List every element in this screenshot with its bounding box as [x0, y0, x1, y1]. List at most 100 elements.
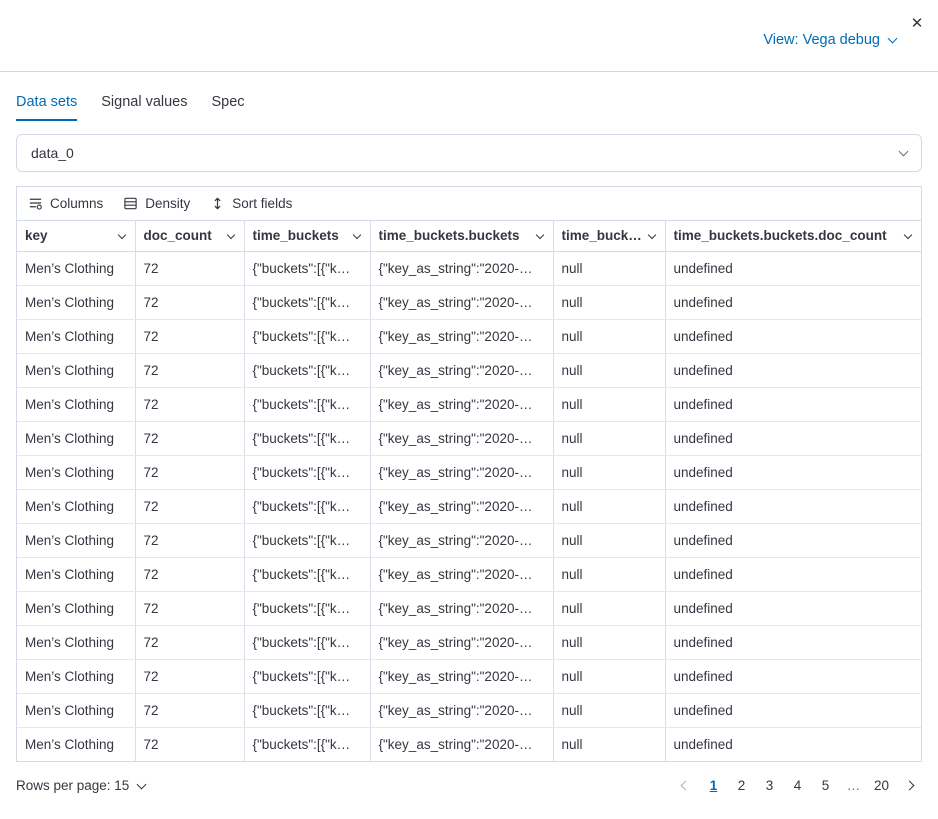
- table-cell[interactable]: 72: [135, 319, 244, 353]
- table-cell[interactable]: null: [553, 251, 665, 285]
- next-page-button[interactable]: [897, 773, 922, 798]
- page-button[interactable]: 3: [757, 773, 782, 798]
- sort-fields-button[interactable]: Sort fields: [210, 196, 292, 211]
- table-cell[interactable]: {"key_as_string":"2020-…: [370, 591, 553, 625]
- table-cell[interactable]: null: [553, 455, 665, 489]
- table-cell[interactable]: {"buckets":[{"k…: [244, 557, 370, 591]
- table-cell[interactable]: Men’s Clothing: [17, 523, 135, 557]
- table-cell[interactable]: Men’s Clothing: [17, 693, 135, 727]
- table-cell[interactable]: {"key_as_string":"2020-…: [370, 659, 553, 693]
- table-cell[interactable]: {"key_as_string":"2020-…: [370, 489, 553, 523]
- column-header-doc-count[interactable]: doc_count: [135, 221, 244, 251]
- table-cell[interactable]: {"buckets":[{"k…: [244, 421, 370, 455]
- table-cell[interactable]: 72: [135, 523, 244, 557]
- table-cell[interactable]: {"buckets":[{"k…: [244, 319, 370, 353]
- table-cell[interactable]: 72: [135, 285, 244, 319]
- close-button[interactable]: ✕: [905, 12, 929, 36]
- table-cell[interactable]: {"buckets":[{"k…: [244, 591, 370, 625]
- table-cell[interactable]: undefined: [665, 251, 921, 285]
- table-cell[interactable]: null: [553, 557, 665, 591]
- table-cell[interactable]: {"key_as_string":"2020-…: [370, 455, 553, 489]
- table-cell[interactable]: 72: [135, 421, 244, 455]
- table-cell[interactable]: 72: [135, 659, 244, 693]
- table-cell[interactable]: Men’s Clothing: [17, 489, 135, 523]
- table-cell[interactable]: undefined: [665, 319, 921, 353]
- density-button[interactable]: Density: [123, 196, 190, 211]
- table-cell[interactable]: undefined: [665, 591, 921, 625]
- page-button[interactable]: 2: [729, 773, 754, 798]
- table-cell[interactable]: Men’s Clothing: [17, 455, 135, 489]
- table-cell[interactable]: undefined: [665, 693, 921, 727]
- table-cell[interactable]: null: [553, 693, 665, 727]
- table-cell[interactable]: undefined: [665, 625, 921, 659]
- page-button[interactable]: 20: [869, 773, 894, 798]
- table-cell[interactable]: 72: [135, 387, 244, 421]
- table-cell[interactable]: 72: [135, 251, 244, 285]
- tab-spec[interactable]: Spec: [212, 94, 245, 121]
- tab-signal-values[interactable]: Signal values: [101, 94, 187, 121]
- table-cell[interactable]: {"buckets":[{"k…: [244, 353, 370, 387]
- table-cell[interactable]: undefined: [665, 489, 921, 523]
- tab-data-sets[interactable]: Data sets: [16, 94, 77, 121]
- table-cell[interactable]: {"key_as_string":"2020-…: [370, 727, 553, 761]
- table-cell[interactable]: {"key_as_string":"2020-…: [370, 693, 553, 727]
- table-cell[interactable]: {"buckets":[{"k…: [244, 251, 370, 285]
- table-cell[interactable]: null: [553, 421, 665, 455]
- table-cell[interactable]: undefined: [665, 421, 921, 455]
- table-cell[interactable]: 72: [135, 557, 244, 591]
- table-cell[interactable]: {"buckets":[{"k…: [244, 727, 370, 761]
- table-cell[interactable]: Men’s Clothing: [17, 591, 135, 625]
- table-cell[interactable]: {"key_as_string":"2020-…: [370, 523, 553, 557]
- table-cell[interactable]: null: [553, 285, 665, 319]
- table-cell[interactable]: {"buckets":[{"k…: [244, 455, 370, 489]
- prev-page-button[interactable]: [673, 773, 698, 798]
- table-cell[interactable]: null: [553, 489, 665, 523]
- column-header-time-buckets[interactable]: time_buckets: [244, 221, 370, 251]
- table-cell[interactable]: Men’s Clothing: [17, 387, 135, 421]
- table-cell[interactable]: null: [553, 387, 665, 421]
- page-button[interactable]: 4: [785, 773, 810, 798]
- table-cell[interactable]: 72: [135, 625, 244, 659]
- column-header-time-buckets-buckets[interactable]: time_buckets.buckets: [370, 221, 553, 251]
- table-cell[interactable]: {"key_as_string":"2020-…: [370, 421, 553, 455]
- column-header-time-buckets-buckets-doc-count[interactable]: time_buckets.buckets.doc_count: [665, 221, 921, 251]
- table-cell[interactable]: {"buckets":[{"k…: [244, 693, 370, 727]
- table-cell[interactable]: undefined: [665, 387, 921, 421]
- table-cell[interactable]: null: [553, 727, 665, 761]
- table-cell[interactable]: undefined: [665, 659, 921, 693]
- table-cell[interactable]: undefined: [665, 455, 921, 489]
- table-cell[interactable]: {"key_as_string":"2020-…: [370, 557, 553, 591]
- dataset-select[interactable]: data_0: [16, 134, 922, 172]
- table-cell[interactable]: 72: [135, 591, 244, 625]
- table-cell[interactable]: undefined: [665, 285, 921, 319]
- table-cell[interactable]: null: [553, 659, 665, 693]
- page-button[interactable]: 1: [701, 773, 726, 798]
- rows-per-page-button[interactable]: Rows per page: 15: [16, 778, 145, 793]
- table-cell[interactable]: Men’s Clothing: [17, 557, 135, 591]
- table-cell[interactable]: Men’s Clothing: [17, 727, 135, 761]
- column-header-key[interactable]: key: [17, 221, 135, 251]
- table-cell[interactable]: null: [553, 523, 665, 557]
- table-cell[interactable]: 72: [135, 353, 244, 387]
- table-cell[interactable]: undefined: [665, 353, 921, 387]
- column-header-time-buckets-truncated[interactable]: time_buck…: [553, 221, 665, 251]
- table-cell[interactable]: {"buckets":[{"k…: [244, 285, 370, 319]
- table-cell[interactable]: null: [553, 353, 665, 387]
- table-cell[interactable]: {"key_as_string":"2020-…: [370, 251, 553, 285]
- table-cell[interactable]: Men’s Clothing: [17, 625, 135, 659]
- table-cell[interactable]: undefined: [665, 523, 921, 557]
- table-cell[interactable]: {"key_as_string":"2020-…: [370, 285, 553, 319]
- table-cell[interactable]: undefined: [665, 727, 921, 761]
- table-cell[interactable]: 72: [135, 693, 244, 727]
- view-selector[interactable]: View: Vega debug: [763, 32, 896, 48]
- table-cell[interactable]: undefined: [665, 557, 921, 591]
- table-cell[interactable]: Men’s Clothing: [17, 319, 135, 353]
- table-cell[interactable]: {"key_as_string":"2020-…: [370, 319, 553, 353]
- table-cell[interactable]: {"buckets":[{"k…: [244, 489, 370, 523]
- table-cell[interactable]: null: [553, 319, 665, 353]
- table-cell[interactable]: null: [553, 625, 665, 659]
- table-cell[interactable]: 72: [135, 489, 244, 523]
- table-cell[interactable]: null: [553, 591, 665, 625]
- columns-button[interactable]: Columns: [28, 196, 103, 211]
- table-cell[interactable]: {"buckets":[{"k…: [244, 523, 370, 557]
